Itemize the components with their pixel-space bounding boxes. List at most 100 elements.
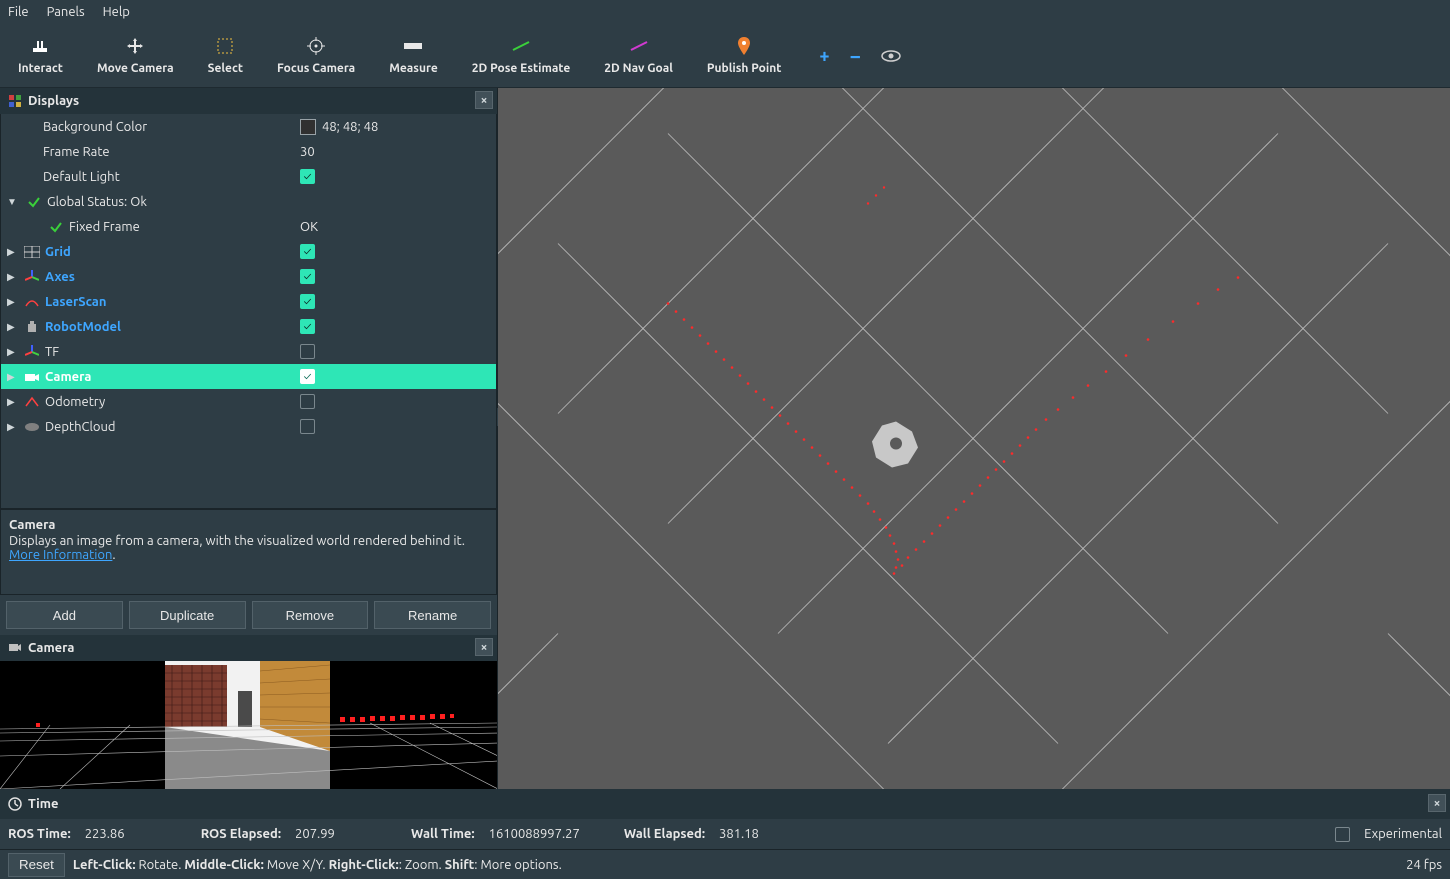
- experimental-label: Experimental: [1364, 827, 1442, 841]
- duplicate-button[interactable]: Duplicate: [129, 601, 246, 629]
- publish-point-icon: [734, 36, 754, 56]
- expand-arrow[interactable]: [7, 321, 19, 333]
- expand-arrow[interactable]: [7, 271, 19, 283]
- bgcolor-swatch[interactable]: [300, 119, 316, 135]
- experimental-checkbox[interactable]: [1335, 827, 1350, 842]
- default-light-checkbox[interactable]: [300, 169, 315, 184]
- select-icon: [215, 36, 235, 56]
- toggle-visibility-icon[interactable]: [881, 50, 901, 62]
- tool-pose-estimate[interactable]: 2D Pose Estimate: [466, 32, 577, 79]
- row-axes[interactable]: Axes: [1, 264, 496, 289]
- menu-panels[interactable]: Panels: [47, 5, 85, 19]
- expand-arrow[interactable]: [7, 346, 19, 358]
- displays-title-label: Displays: [28, 94, 79, 108]
- tool-nav-goal[interactable]: 2D Nav Goal: [598, 32, 679, 79]
- rename-button[interactable]: Rename: [374, 601, 491, 629]
- row-fixed-frame[interactable]: Fixed Frame OK: [1, 214, 496, 239]
- row-laserscan[interactable]: LaserScan: [1, 289, 496, 314]
- row-global-status[interactable]: Global Status: Ok: [1, 189, 496, 214]
- status-row: Reset Left-Click: Rotate. Middle-Click: …: [0, 849, 1450, 879]
- row-bgcolor[interactable]: Background Color 48; 48; 48: [1, 114, 496, 139]
- tool-move-camera[interactable]: Move Camera: [91, 32, 180, 79]
- close-time-panel[interactable]: ×: [1428, 794, 1446, 812]
- grid-icon: [23, 244, 41, 260]
- row-tf[interactable]: TF: [1, 339, 496, 364]
- expand-arrow[interactable]: [7, 296, 19, 308]
- tf-icon: [23, 344, 41, 360]
- expand-arrow[interactable]: [7, 196, 19, 208]
- move-icon: [125, 36, 145, 56]
- tool-interact[interactable]: Interact: [12, 32, 69, 79]
- tool-label: 2D Pose Estimate: [472, 62, 571, 75]
- row-robotmodel[interactable]: RobotModel: [1, 314, 496, 339]
- ok-icon: [25, 194, 43, 210]
- ros-elapsed-value: 207.99: [291, 825, 351, 843]
- close-displays-panel[interactable]: ×: [475, 91, 493, 109]
- laserscan-checkbox[interactable]: [300, 294, 315, 309]
- menu-help[interactable]: Help: [103, 5, 130, 19]
- wall-time-label: Wall Time:: [411, 827, 475, 841]
- ok-icon: [47, 219, 65, 235]
- clock-icon: [8, 797, 22, 811]
- expand-arrow[interactable]: [7, 246, 19, 258]
- close-camera-panel[interactable]: ×: [475, 638, 493, 656]
- depthcloud-icon: [23, 419, 41, 435]
- row-grid[interactable]: Grid: [1, 239, 496, 264]
- time-row: ROS Time: 223.86 ROS Elapsed: 207.99 Wal…: [0, 819, 1450, 849]
- tool-measure[interactable]: Measure: [383, 32, 444, 79]
- row-default-light[interactable]: Default Light: [1, 164, 496, 189]
- row-odometry[interactable]: Odometry: [1, 389, 496, 414]
- camera-icon: [23, 369, 41, 385]
- odometry-icon: [23, 394, 41, 410]
- tool-focus-camera[interactable]: Focus Camera: [271, 32, 361, 79]
- add-display-icon[interactable]: +: [819, 46, 829, 66]
- desc-body: Displays an image from a camera, with th…: [9, 534, 465, 548]
- row-framerate[interactable]: Frame Rate 30: [1, 139, 496, 164]
- reset-button[interactable]: Reset: [8, 853, 65, 877]
- wall-elapsed-value: 381.18: [715, 825, 775, 843]
- wall-time-value: 1610088997.27: [485, 825, 584, 843]
- display-description: Camera Displays an image from a camera, …: [0, 509, 497, 595]
- nav-goal-icon: [629, 36, 649, 56]
- camera-panel-title: Camera ×: [0, 635, 497, 661]
- tf-checkbox[interactable]: [300, 344, 315, 359]
- axes-icon: [23, 269, 41, 285]
- odometry-checkbox[interactable]: [300, 394, 315, 409]
- camera-view[interactable]: [0, 661, 497, 789]
- tool-label: Interact: [18, 62, 63, 75]
- row-depthcloud[interactable]: DepthCloud: [1, 414, 496, 439]
- wall-elapsed-label: Wall Elapsed:: [624, 827, 705, 841]
- focus-icon: [306, 36, 326, 56]
- interact-icon: [30, 36, 50, 56]
- depthcloud-checkbox[interactable]: [300, 419, 315, 434]
- remove-display-icon[interactable]: −: [850, 44, 861, 67]
- time-title-label: Time: [28, 797, 58, 811]
- camera-title-label: Camera: [28, 641, 74, 655]
- expand-arrow[interactable]: [7, 396, 19, 408]
- measure-icon: [403, 36, 423, 56]
- tool-publish-point[interactable]: Publish Point: [701, 32, 788, 79]
- 3d-viewport[interactable]: [498, 88, 1450, 789]
- ros-time-label: ROS Time:: [8, 827, 71, 841]
- remove-button[interactable]: Remove: [252, 601, 369, 629]
- tool-label: Measure: [389, 62, 438, 75]
- robotmodel-checkbox[interactable]: [300, 319, 315, 334]
- expand-arrow[interactable]: [7, 421, 19, 433]
- camera-checkbox[interactable]: [300, 369, 315, 384]
- expand-arrow[interactable]: [7, 371, 19, 383]
- tool-label: Move Camera: [97, 62, 174, 75]
- robot-icon: [23, 319, 41, 335]
- row-camera[interactable]: Camera: [1, 364, 496, 389]
- displays-tree: Background Color 48; 48; 48 Frame Rate 3…: [0, 114, 497, 509]
- desc-link[interactable]: More Information: [9, 548, 112, 562]
- time-panel-title: Time ×: [0, 789, 1450, 819]
- tool-select[interactable]: Select: [202, 32, 249, 79]
- axes-checkbox[interactable]: [300, 269, 315, 284]
- add-button[interactable]: Add: [6, 601, 123, 629]
- status-hint: Left-Click: Rotate. Middle-Click: Move X…: [73, 858, 562, 872]
- display-buttons: Add Duplicate Remove Rename: [0, 595, 497, 635]
- pose-icon: [511, 36, 531, 56]
- camera-icon: [8, 641, 22, 655]
- grid-checkbox[interactable]: [300, 244, 315, 259]
- menu-file[interactable]: File: [8, 5, 29, 19]
